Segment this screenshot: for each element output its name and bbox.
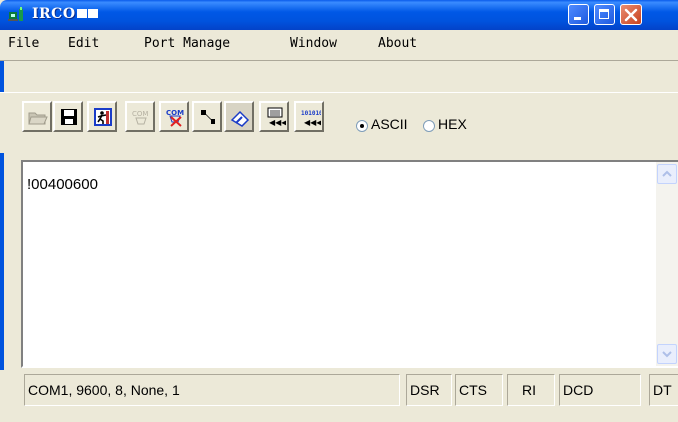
- ri-indicator: RI: [507, 374, 555, 406]
- com-open-icon: COM: [132, 110, 148, 125]
- run-button[interactable]: [87, 101, 117, 132]
- window-title: IRCO: [32, 6, 98, 22]
- window-frame-left: [0, 30, 4, 422]
- minimize-button[interactable]: [568, 4, 589, 25]
- display-receive-icon: ◀◀◀: [267, 107, 286, 127]
- com-close-icon: COM: [166, 109, 184, 127]
- dsr-indicator: DSR: [406, 374, 452, 406]
- port-info-text: COM1, 9600, 8, None, 1: [28, 382, 180, 398]
- maximize-button[interactable]: [594, 4, 615, 25]
- title-bar[interactable]: IRCO: [0, 0, 678, 30]
- run-icon: [94, 108, 112, 126]
- menu-about[interactable]: About: [378, 36, 417, 51]
- menu-edit[interactable]: Edit: [68, 36, 99, 51]
- receive-text-area[interactable]: !00400600: [21, 160, 678, 368]
- svg-text:◀◀◀: ◀◀◀: [269, 118, 286, 127]
- dtr-indicator: DT: [649, 374, 678, 406]
- chevron-down-icon: [662, 351, 672, 358]
- hex-radio[interactable]: [423, 120, 435, 132]
- menu-bar: [0, 30, 678, 61]
- port-info-panel: COM1, 9600, 8, None, 1: [24, 374, 400, 406]
- svg-text:◀◀◀: ◀◀◀: [304, 118, 321, 127]
- app-icon: [8, 7, 23, 21]
- scroll-down-button[interactable]: [657, 344, 677, 364]
- close-icon: [624, 8, 638, 22]
- hex-label: HEX: [438, 116, 467, 132]
- clear-eraser-icon: [230, 110, 250, 127]
- display-receive-button[interactable]: ◀◀◀: [259, 101, 289, 132]
- wrench-settings-icon: [201, 110, 215, 124]
- vertical-scrollbar[interactable]: [656, 162, 678, 366]
- status-bar: COM1, 9600, 8, None, 1 DSR CTS RI DCD DT: [0, 370, 678, 422]
- radio-selected-dot: [360, 124, 364, 128]
- ascii-label: ASCII: [371, 116, 408, 132]
- settings-button[interactable]: [192, 101, 222, 132]
- com-close-button[interactable]: COM: [159, 101, 189, 132]
- open-folder-icon: [28, 112, 48, 125]
- binary-receive-icon: 101010 ◀◀◀: [301, 110, 321, 127]
- scroll-up-button[interactable]: [657, 164, 677, 184]
- menu-file[interactable]: File: [8, 36, 39, 51]
- menu-port-manage[interactable]: Port Manage: [144, 36, 230, 51]
- toolbar: COM COM ◀◀◀ 101010 ◀◀◀ ASCII HEX: [0, 92, 678, 153]
- open-button[interactable]: [22, 101, 52, 132]
- binary-receive-button[interactable]: 101010 ◀◀◀: [294, 101, 324, 132]
- menu-window[interactable]: Window: [290, 36, 337, 51]
- com-open-button[interactable]: COM: [125, 101, 155, 132]
- ascii-radio[interactable]: [356, 120, 368, 132]
- save-disk-icon: [61, 109, 77, 125]
- dcd-indicator: DCD: [559, 374, 641, 406]
- received-text: !00400600: [27, 176, 98, 193]
- svg-text:101010: 101010: [301, 110, 321, 117]
- save-button[interactable]: [53, 101, 83, 132]
- cts-indicator: CTS: [455, 374, 503, 406]
- svg-text:COM: COM: [132, 110, 148, 118]
- close-button[interactable]: [620, 4, 642, 25]
- chevron-up-icon: [662, 170, 672, 177]
- clear-button[interactable]: [224, 101, 254, 132]
